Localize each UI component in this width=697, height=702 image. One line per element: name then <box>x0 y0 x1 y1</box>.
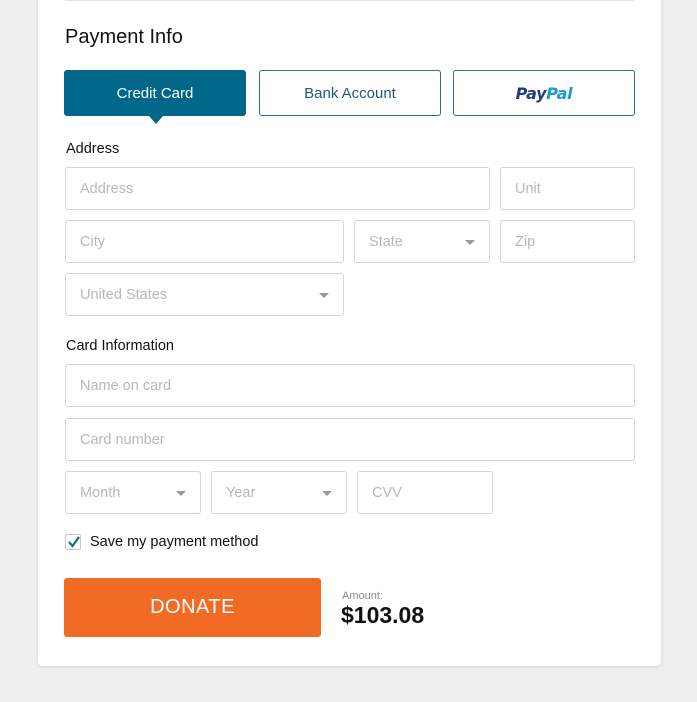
tab-bank-account-label: Bank Account <box>304 84 396 102</box>
save-payment-label[interactable]: Save my payment method <box>90 534 258 550</box>
country-select-value: United States <box>80 286 168 303</box>
save-payment-checkbox[interactable] <box>65 534 81 550</box>
chevron-down-icon <box>465 240 475 245</box>
amount-label: Amount: <box>342 590 383 602</box>
chevron-down-icon <box>176 491 186 496</box>
top-divider <box>65 0 635 1</box>
card-number-input[interactable] <box>80 431 634 448</box>
cvv-input[interactable] <box>372 484 492 501</box>
card-number-field[interactable] <box>65 418 635 461</box>
unit-field[interactable] <box>500 167 635 210</box>
city-field[interactable] <box>65 220 344 263</box>
card-section-label: Card Information <box>66 338 174 354</box>
cvv-field[interactable] <box>357 471 493 514</box>
tab-paypal[interactable]: PayPal <box>453 70 635 116</box>
tab-credit-card-label: Credit Card <box>116 84 194 102</box>
page-title: Payment Info <box>65 26 183 48</box>
unit-input[interactable] <box>515 180 634 197</box>
zip-field[interactable] <box>500 220 635 263</box>
year-select-value: Year <box>226 484 256 501</box>
name-on-card-input[interactable] <box>80 377 634 394</box>
tab-bank-account[interactable]: Bank Account <box>259 70 441 116</box>
state-select[interactable]: State <box>354 220 490 263</box>
name-on-card-field[interactable] <box>65 364 635 407</box>
month-select-value: Month <box>80 484 121 501</box>
paypal-logo: PayPal <box>515 83 573 103</box>
state-select-value: State <box>369 233 403 250</box>
year-select[interactable]: Year <box>211 471 347 514</box>
amount-value: $103.08 <box>341 602 425 628</box>
zip-input[interactable] <box>515 233 634 250</box>
donate-button[interactable]: DONATE <box>64 578 321 637</box>
month-select[interactable]: Month <box>65 471 201 514</box>
address-field[interactable] <box>65 167 490 210</box>
chevron-down-icon <box>322 491 332 496</box>
active-tab-pointer <box>149 116 163 124</box>
address-section-label: Address <box>66 141 120 157</box>
donate-button-label: DONATE <box>150 596 235 618</box>
city-input[interactable] <box>80 233 343 250</box>
country-select[interactable]: United States <box>65 273 344 316</box>
chevron-down-icon <box>319 293 329 298</box>
address-input[interactable] <box>80 180 489 197</box>
checkmark-icon <box>68 536 80 548</box>
tab-credit-card[interactable]: Credit Card <box>64 70 246 116</box>
